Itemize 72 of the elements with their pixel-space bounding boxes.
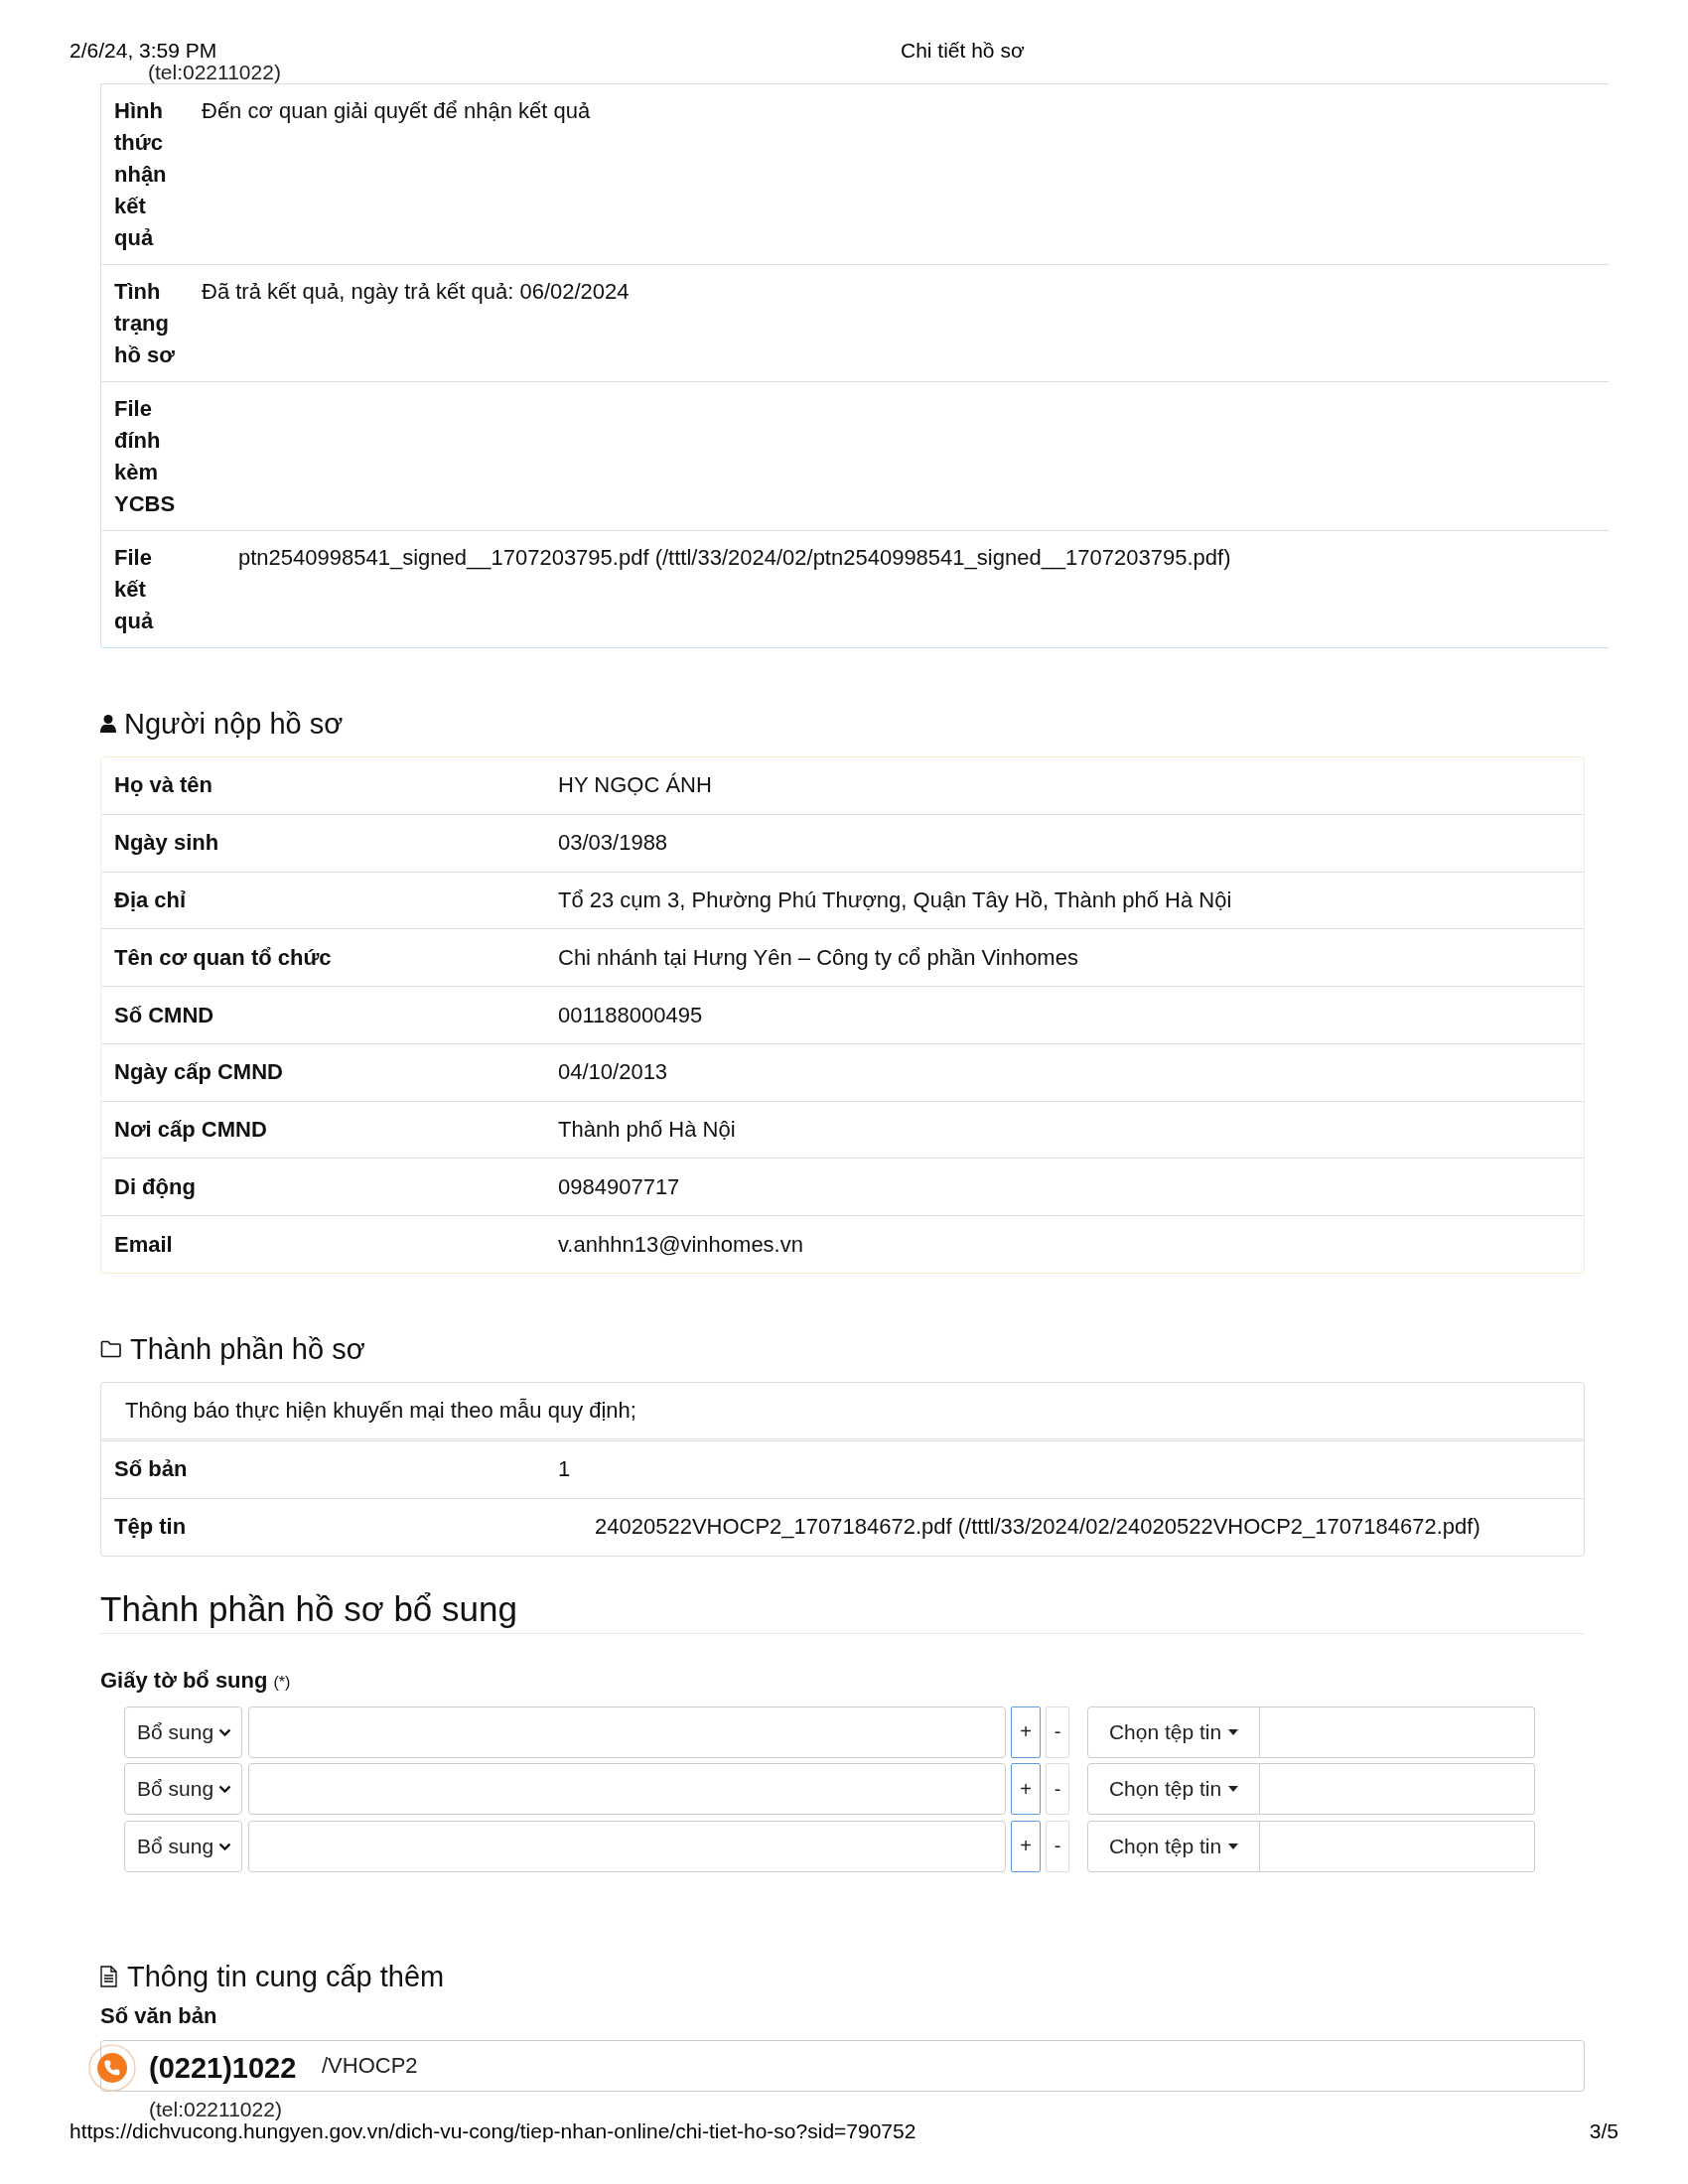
field-value: v.anhhn13@vinhomes.vn bbox=[558, 1230, 804, 1259]
name-input-field[interactable] bbox=[248, 1706, 1006, 1758]
field-label: Tình trạng hồ sơ bbox=[114, 278, 176, 369]
field-value: 03/03/1988 bbox=[558, 829, 669, 858]
page-number: 3/5 bbox=[1589, 2119, 1618, 2143]
section-title: Thành phần hồ sơ bbox=[130, 1333, 365, 1366]
field-label: Số CMND bbox=[114, 1001, 215, 1029]
caret-icon bbox=[1228, 1843, 1239, 1849]
field-label: Di động bbox=[114, 1172, 197, 1201]
page-title: Chi tiết hồ sơ bbox=[901, 40, 1026, 62]
type-select[interactable]: Bổ sung bbox=[124, 1820, 242, 1872]
field-label: Hình thức nhận kết quả bbox=[114, 97, 168, 252]
field-value: Thành phố Hà Nội bbox=[558, 1116, 737, 1145]
add-button[interactable]: + bbox=[1011, 1820, 1041, 1872]
caret-icon bbox=[1228, 1786, 1239, 1793]
file-link[interactable]: ptn2540998541_signed__1707203795.pdf (/tttl/33/2024/02/ptn2540998541_signed__1707203795.pdf) bbox=[238, 545, 1231, 570]
type-select[interactable]: Bổ sung bbox=[124, 1706, 242, 1758]
type-select[interactable]: Bổ sung bbox=[124, 1763, 242, 1816]
field-label: File kết quả bbox=[114, 544, 155, 635]
field-value: HY NGỌC ÁNH bbox=[558, 771, 713, 800]
field-label: Số văn bản bbox=[100, 2001, 217, 2030]
field-value: Tổ 23 cụm 3, Phường Phú Thượng, Quận Tây Hồ, Thành phố Hà Nội bbox=[558, 886, 1233, 914]
caret-icon bbox=[1228, 1728, 1239, 1735]
field-label: Số bản bbox=[114, 1455, 189, 1484]
field-label: Nơi cấp CMND bbox=[114, 1116, 268, 1145]
page-url: https://dichvucong.hungyen.gov.vn/dich-vu-cong/tiep-nhan-online/chi-tiet-ho-so?sid=790752 bbox=[70, 2119, 916, 2143]
remove-button[interactable]: - bbox=[1046, 1763, 1069, 1816]
phone-number[interactable]: (0221)1022 bbox=[149, 2052, 297, 2084]
field-label: Giấy tờ bổ sung bbox=[100, 1666, 268, 1695]
field-value: 001188000495 bbox=[558, 1001, 704, 1029]
field-value: 1 bbox=[558, 1455, 572, 1484]
choose-file-button[interactable]: Chọn tệp tin bbox=[1087, 1763, 1260, 1816]
file-name-field[interactable] bbox=[1260, 1763, 1535, 1816]
print-date: 2/6/24, 3:59 PM bbox=[70, 40, 218, 62]
name-input-field[interactable] bbox=[248, 1763, 1006, 1816]
phone-link-text: (tel:02211022) bbox=[148, 61, 281, 83]
section-title: Người nộp hồ sơ bbox=[124, 708, 344, 740]
phone-icon[interactable] bbox=[88, 2044, 136, 2092]
field-value: 04/10/2013 bbox=[558, 1058, 669, 1087]
remove-button[interactable]: - bbox=[1046, 1706, 1069, 1758]
section-heading: Thành phần hồ sơ bổ sung bbox=[100, 1588, 1585, 1634]
field-label: Tệp tin bbox=[114, 1513, 188, 1542]
field-label: File đính kèm YCBS bbox=[114, 395, 177, 518]
chevron-down-icon bbox=[218, 1727, 231, 1736]
field-value: 0984907717 bbox=[558, 1172, 681, 1201]
document-name: Thông báo thực hiện khuyến mại theo mẫu quy định; bbox=[101, 1383, 1584, 1442]
section-title: Thông tin cung cấp thêm bbox=[127, 1960, 445, 1992]
field-label: Địa chỉ bbox=[114, 886, 188, 914]
field-label: Ngày cấp CMND bbox=[114, 1058, 284, 1087]
folder-icon bbox=[100, 1340, 122, 1359]
field-value: Đã trả kết quả, ngày trả kết quả: 06/02/2024 bbox=[202, 278, 631, 306]
add-button[interactable]: + bbox=[1011, 1706, 1041, 1758]
remove-button[interactable]: - bbox=[1046, 1820, 1069, 1872]
field-label: Tên cơ quan tổ chức bbox=[114, 943, 333, 972]
choose-file-button[interactable]: Chọn tệp tin bbox=[1087, 1706, 1260, 1758]
file-link[interactable]: 24020522VHOCP2_1707184672.pdf (/tttl/33/2024/02/24020522VHOCP2_1707184672.pdf) bbox=[595, 1514, 1480, 1540]
file-name-field[interactable] bbox=[1260, 1706, 1535, 1758]
required-mark: (*) bbox=[273, 1672, 291, 1693]
file-name-field[interactable] bbox=[1260, 1820, 1535, 1872]
chevron-down-icon bbox=[218, 1842, 231, 1850]
document-icon bbox=[100, 1965, 117, 1987]
phone-link-text: (tel:02211022) bbox=[149, 2100, 283, 2119]
user-icon bbox=[100, 715, 116, 733]
field-label: Email bbox=[114, 1230, 174, 1259]
field-label: Họ và tên bbox=[114, 771, 214, 800]
field-value: Đến cơ quan giải quyết để nhận kết quả bbox=[202, 97, 592, 125]
add-button[interactable]: + bbox=[1011, 1763, 1041, 1816]
chevron-down-icon bbox=[218, 1785, 231, 1794]
field-label: Ngày sinh bbox=[114, 829, 220, 858]
field-value: Chi nhánh tại Hưng Yên – Công ty cổ phần Vinhomes bbox=[558, 943, 1079, 972]
name-input-field[interactable] bbox=[248, 1820, 1006, 1872]
choose-file-button[interactable]: Chọn tệp tin bbox=[1087, 1820, 1260, 1872]
